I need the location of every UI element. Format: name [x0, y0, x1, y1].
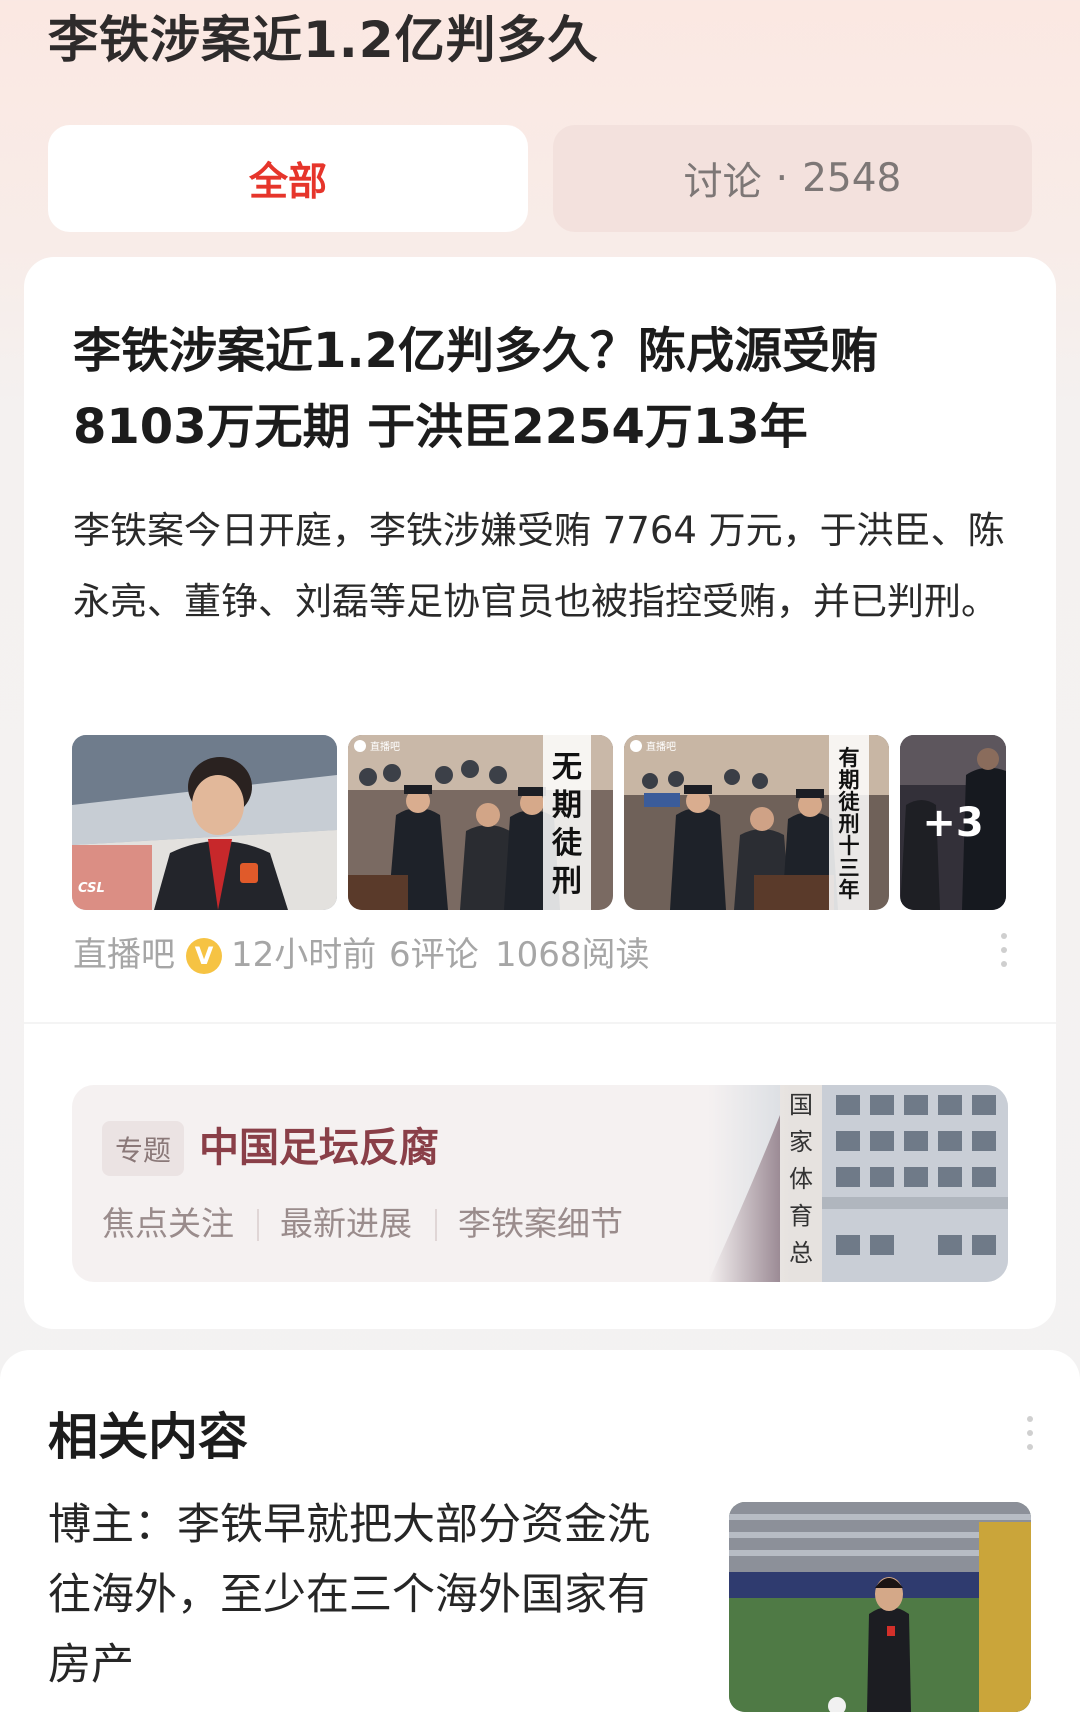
related-item-image[interactable] — [729, 1502, 1031, 1712]
topic-link-details[interactable]: 李铁案细节 — [458, 1199, 623, 1249]
thumbnail-image[interactable]: 有 期 徒 刑 十 三 年 直播吧 — [624, 735, 889, 910]
topic-title: 中国足坛反腐 — [199, 1125, 439, 1171]
article-title[interactable]: 李铁涉案近1.2亿判多久？陈戌源受贿8103万无期 于洪臣2254万13年 — [73, 313, 1003, 465]
svg-text:直播吧: 直播吧 — [646, 740, 676, 753]
tab-all-label: 全部 — [248, 159, 327, 205]
svg-text:期: 期 — [552, 788, 582, 823]
comment-count: 6评论 — [389, 935, 479, 975]
svg-text:期: 期 — [839, 768, 860, 792]
topic-link-focus[interactable]: 焦点关注 — [102, 1199, 234, 1249]
tab-discussion[interactable]: 讨论 · 2548 — [553, 125, 1032, 232]
related-section: 相关内容 博主：李铁早就把大部分资金洗往海外，至少在三个海外国家有房产 — [0, 1350, 1080, 1730]
thumbnail-image[interactable]: CSL — [72, 735, 337, 910]
topic-image: 国 家 体 育 总 — [708, 1085, 1008, 1282]
svg-text:刑: 刑 — [839, 812, 860, 836]
related-more-icon[interactable] — [1020, 1408, 1040, 1468]
image-gallery: CSL 无 期 徒 刑 直播吧 有 期 徒 刑 十 三 年 直播吧 +3 — [72, 735, 1007, 910]
svg-text:有: 有 — [839, 746, 860, 770]
tab-discussion-label: 讨论 — [683, 159, 762, 205]
svg-text:年: 年 — [839, 878, 860, 902]
more-options-icon[interactable] — [994, 925, 1014, 981]
verified-icon: V — [186, 938, 222, 974]
svg-text:刑: 刑 — [552, 864, 582, 899]
divider — [24, 1022, 1056, 1024]
tab-bar: 全部 讨论 · 2548 — [48, 125, 1032, 232]
source-name[interactable]: 直播吧 — [73, 930, 175, 980]
tab-all[interactable]: 全部 — [48, 125, 528, 232]
page-title: 李铁涉案近1.2亿判多久 — [48, 11, 599, 69]
tab-separator: · — [775, 156, 789, 201]
svg-text:无: 无 — [552, 750, 582, 785]
topic-card[interactable]: 专题 中国足坛反腐 焦点关注 最新进展 李铁案细节 — [72, 1085, 1008, 1282]
more-images-button[interactable]: +3 — [900, 735, 1006, 910]
article-meta: 直播吧 V 12小时前 6评论 1068阅读 — [73, 930, 1033, 980]
more-images-count: +3 — [900, 735, 1006, 910]
article-card[interactable]: 李铁涉案近1.2亿判多久？陈戌源受贿8103万无期 于洪臣2254万13年 李铁… — [24, 257, 1056, 1329]
article-summary[interactable]: 李铁案今日开庭，李铁涉嫌受贿 7764 万元，于洪臣、陈永亮、董铮、刘磊等足协官… — [73, 495, 1008, 637]
csl-badge: CSL — [78, 881, 105, 896]
related-title: 相关内容 — [48, 1408, 248, 1466]
read-count: 1068阅读 — [495, 935, 650, 975]
topic-link-latest[interactable]: 最新进展 — [280, 1199, 412, 1249]
tab-discussion-count: 2548 — [802, 156, 902, 201]
related-item-headline[interactable]: 博主：李铁早就把大部分资金洗往海外，至少在三个海外国家有房产 — [48, 1490, 688, 1700]
svg-text:十: 十 — [839, 834, 860, 858]
topic-tag: 专题 — [102, 1121, 184, 1176]
thumbnail-image[interactable]: 无 期 徒 刑 直播吧 — [348, 735, 613, 910]
publish-time: 12小时前 — [231, 935, 377, 975]
svg-text:徒: 徒 — [551, 826, 583, 861]
svg-text:直播吧: 直播吧 — [370, 740, 400, 753]
svg-text:三: 三 — [839, 856, 860, 880]
svg-text:徒: 徒 — [838, 790, 861, 814]
